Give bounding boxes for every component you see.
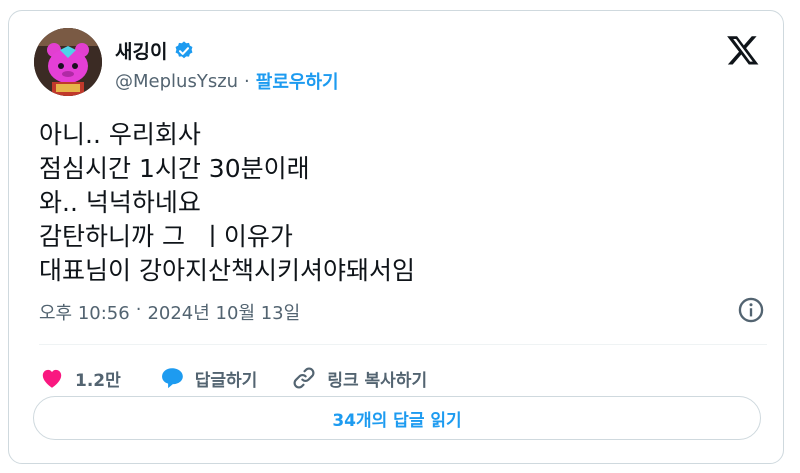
info-icon[interactable] <box>737 296 765 324</box>
timestamp-separator: · <box>135 299 142 320</box>
action-bar: 1.2만 답글하기 링크 복사하기 <box>39 363 427 393</box>
copy-link-button[interactable]: 링크 복사하기 <box>291 365 427 391</box>
like-button[interactable]: 1.2만 <box>39 365 121 391</box>
avatar[interactable] <box>34 28 102 96</box>
tweet-line: 와.. 넉넉하네요 <box>39 188 201 217</box>
reply-bubble-icon <box>161 368 183 389</box>
author-name-row: 새깅이 <box>115 37 195 64</box>
like-count: 1.2만 <box>75 370 121 391</box>
handle-separator: · <box>244 70 250 92</box>
tweet-line: 대표님이 강아지산책시키셔야돼서임 <box>39 256 415 285</box>
tweet-timestamp[interactable]: 오후 10:56 · 2024년 10월 13일 <box>39 299 300 325</box>
reply-button[interactable]: 답글하기 <box>159 365 258 391</box>
follow-button[interactable]: 팔로우하기 <box>256 68 339 94</box>
tweet-date: 2024년 10월 13일 <box>147 303 301 324</box>
author-handle[interactable]: @MeplusYszu <box>115 71 238 92</box>
tweet-text: 아니.. 우리회사 점심시간 1시간 30분이래 와.. 넉넉하네요 감탄하니까… <box>39 118 415 288</box>
avatar-image <box>34 28 102 96</box>
tweet-card: 새깅이 @MeplusYszu · 팔로우하기 아니.. 우리회사 점심시간 1… <box>8 10 784 464</box>
author-handle-row: @MeplusYszu · 팔로우하기 <box>115 68 339 94</box>
tweet-line: 감탄하니까 그 ㅣ이유가 <box>39 222 293 251</box>
verified-badge-icon <box>176 40 193 58</box>
tweet-time: 오후 10:56 <box>39 303 130 324</box>
tweet-line: 점심시간 1시간 30분이래 <box>39 154 310 183</box>
heart-icon <box>42 369 62 388</box>
read-replies-button[interactable]: 34개의 답글 읽기 <box>33 396 761 440</box>
divider <box>39 344 767 345</box>
link-icon <box>293 367 315 389</box>
reply-label: 답글하기 <box>194 370 258 391</box>
copy-link-label: 링크 복사하기 <box>327 370 428 391</box>
tweet-line: 아니.. 우리회사 <box>39 120 201 149</box>
x-logo-icon[interactable] <box>726 33 760 67</box>
author-display-name[interactable]: 새깅이 <box>115 37 167 64</box>
